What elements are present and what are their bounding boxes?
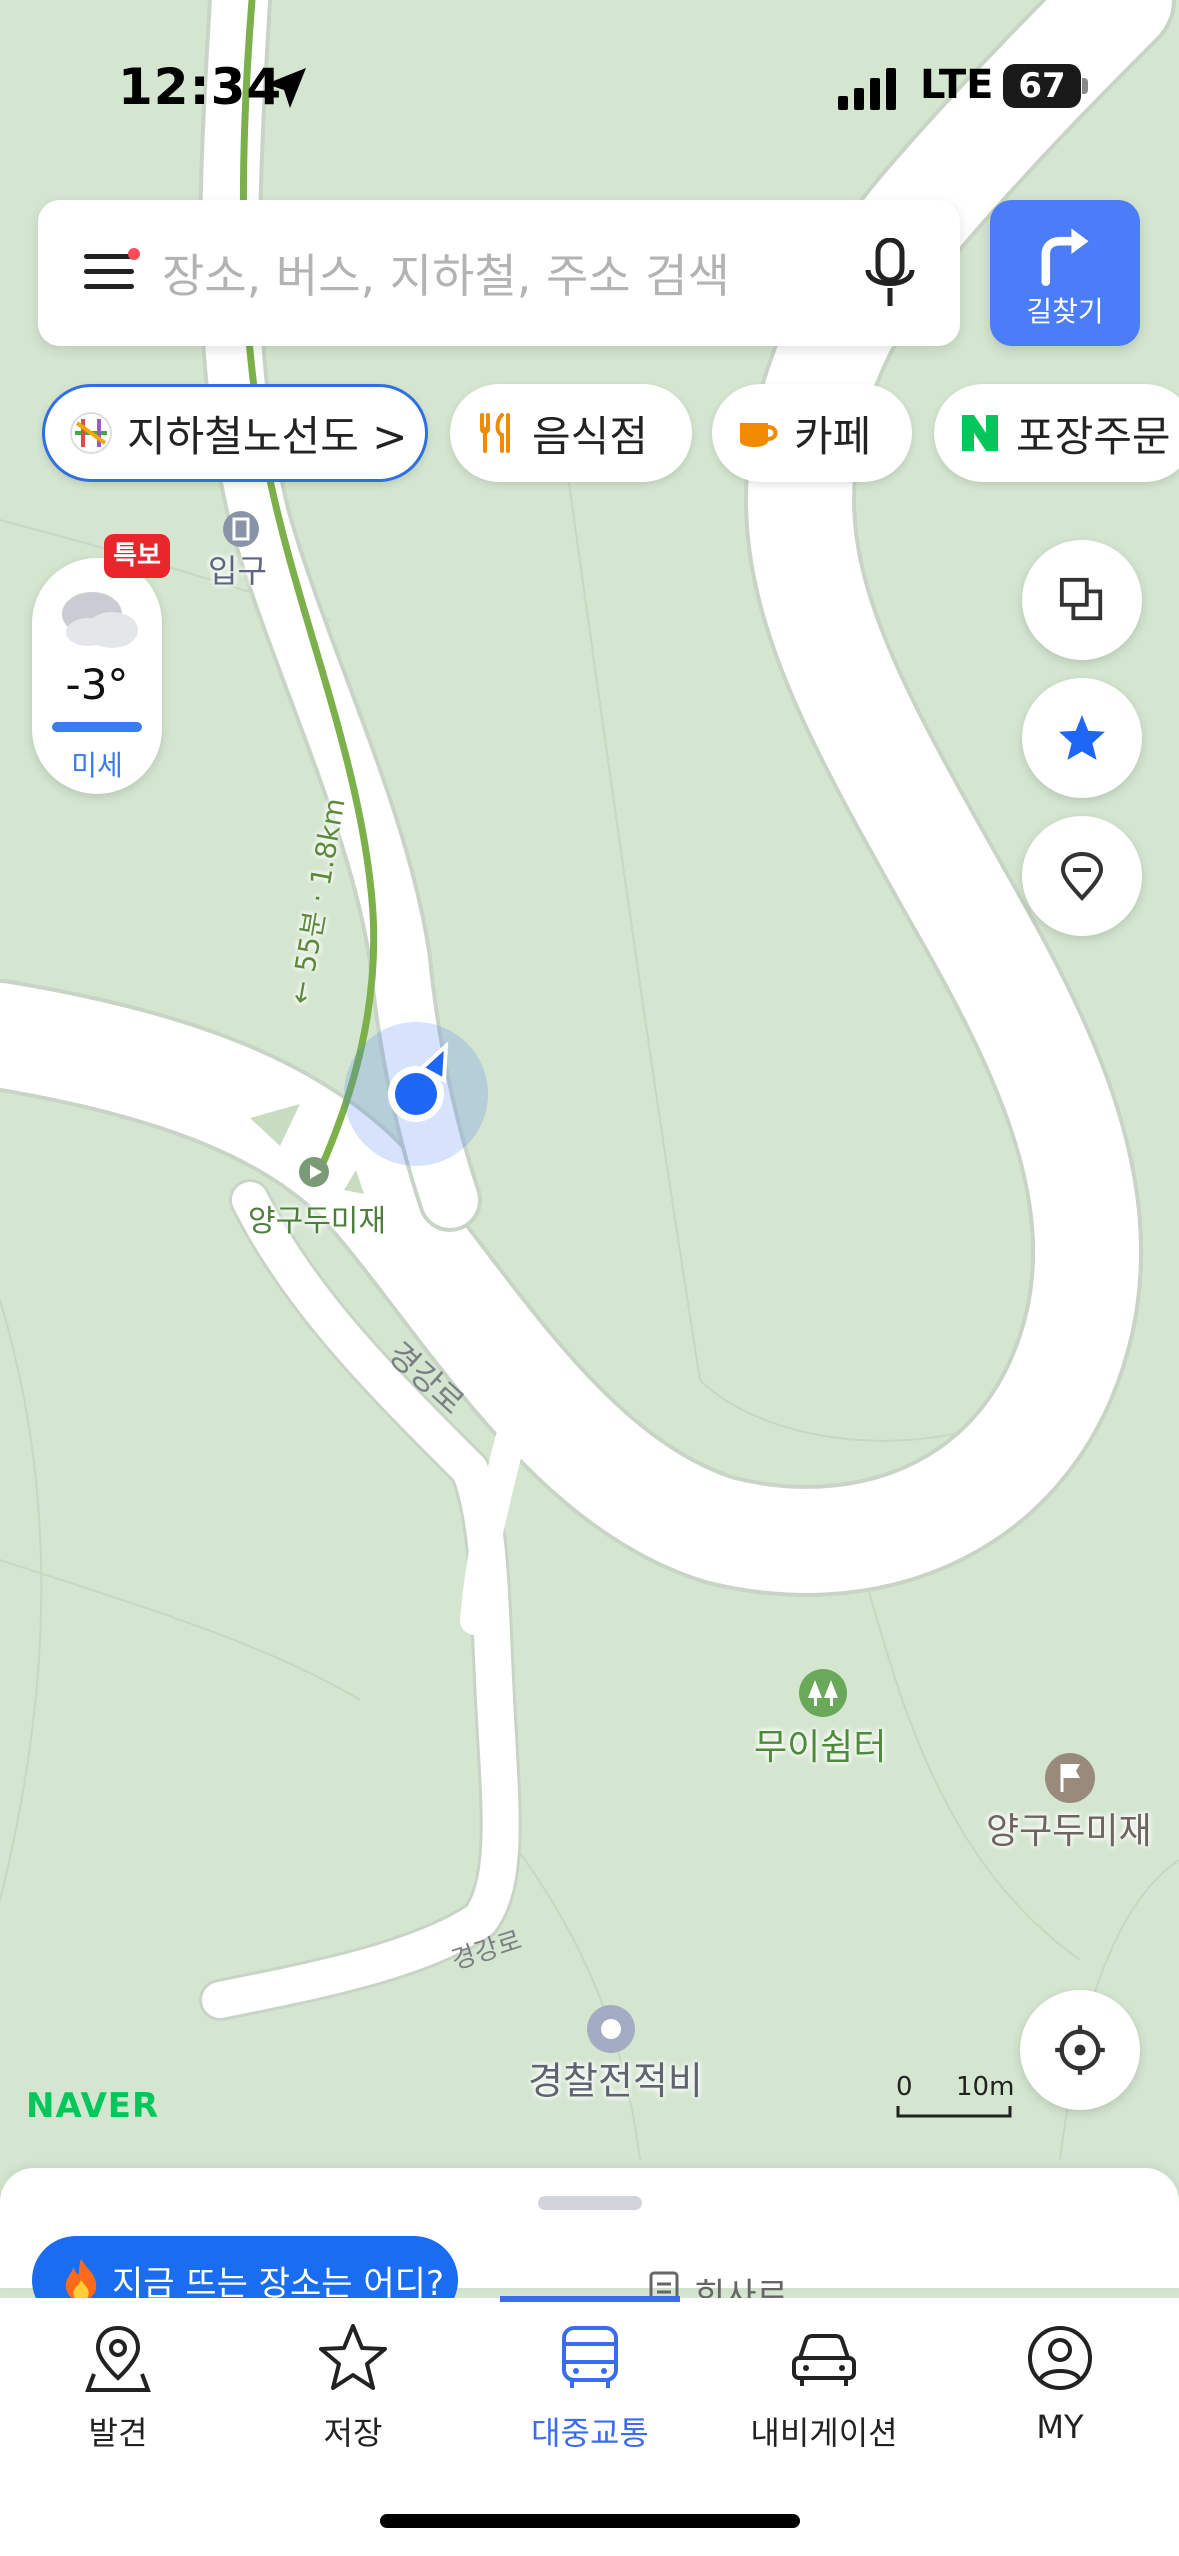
poi-yanggudumijae-trail[interactable]: 양구두미재 <box>248 1196 386 1240</box>
flag-icon <box>1045 1753 1095 1803</box>
location-pin-button[interactable] <box>1022 816 1142 936</box>
chip-cafe[interactable]: 카페 <box>712 384 912 482</box>
layers-icon <box>1059 577 1103 621</box>
restaurant-icon <box>480 413 510 453</box>
tab-transit[interactable]: 대중교통 <box>490 2320 690 2454</box>
chip-label: 지하철노선도 > <box>127 411 408 461</box>
active-tab-indicator <box>500 2296 680 2302</box>
turn-right-arrow-icon <box>1041 228 1089 286</box>
map-pin-icon <box>85 2325 151 2392</box>
car-icon <box>792 2334 856 2386</box>
tab-label: 저장 <box>323 2414 383 2452</box>
tab-discover[interactable]: 발견 <box>18 2320 218 2454</box>
battery-indicator: 67 <box>1003 64 1081 108</box>
directions-label: 길찾기 <box>1026 295 1104 328</box>
monument-icon <box>587 2005 635 2053</box>
poi-yanggudumijae-pass[interactable]: 양구두미재 <box>986 1802 1152 1854</box>
poi-shelter[interactable]: 무이쉼터 <box>754 1718 886 1770</box>
poi-police-monument[interactable]: 경찰전적비 <box>528 2050 703 2105</box>
status-time: 12:34 <box>118 58 283 116</box>
tab-label: 발견 <box>88 2414 148 2452</box>
chip-label: 카페 <box>794 411 872 461</box>
trailhead-icon <box>299 1157 329 1187</box>
scale-bar <box>896 2106 1012 2118</box>
favorites-button[interactable] <box>1022 678 1142 798</box>
location-arrow-icon <box>266 68 306 108</box>
microphone-icon[interactable] <box>862 238 918 310</box>
entrance-icon <box>223 511 259 547</box>
star-icon <box>319 2324 387 2390</box>
my-location-button[interactable] <box>1020 1990 1140 2110</box>
chip-subway-map[interactable]: 지하철노선도 > <box>42 384 428 482</box>
cafe-icon <box>740 423 778 447</box>
home-indicator[interactable] <box>380 2514 800 2528</box>
menu-icon[interactable] <box>84 248 140 294</box>
tab-my[interactable]: MY <box>960 2320 1160 2446</box>
chip-takeout[interactable]: 포장주문 <box>934 384 1179 482</box>
crosshair-icon <box>1055 2025 1105 2075</box>
battery-tip <box>1082 78 1088 94</box>
entrance-label[interactable]: 입구 <box>208 546 267 592</box>
star-icon <box>1059 715 1105 760</box>
tab-saved[interactable]: 저장 <box>253 2320 453 2454</box>
sheet-handle[interactable] <box>538 2196 642 2210</box>
tab-label: 대중교통 <box>531 2414 649 2452</box>
bus-icon <box>562 2326 618 2388</box>
dust-level-bar <box>52 722 142 732</box>
search-input[interactable]: 장소, 버스, 지하철, 주소 검색 <box>162 240 730 306</box>
signal-icon <box>838 68 896 110</box>
network-type: LTE <box>920 62 994 108</box>
scale-zero: 0 <box>896 2072 913 2102</box>
subway-map-icon <box>70 412 112 454</box>
tab-navigation[interactable]: 내비게이션 <box>724 2320 924 2454</box>
chip-label: 포장주문 <box>1016 411 1171 461</box>
shelter-icon <box>799 1669 847 1717</box>
naver-logo: NAVER <box>26 2086 160 2126</box>
fire-icon <box>65 2259 97 2301</box>
temperature: -3° <box>65 660 129 709</box>
map-pin-icon <box>1060 851 1104 901</box>
layers-button[interactable] <box>1022 540 1142 660</box>
weather-alert-badge: 특보 <box>104 534 170 578</box>
scale-distance: 10m <box>956 2072 1015 2102</box>
tab-label: 내비게이션 <box>750 2414 898 2452</box>
fine-dust-label: 미세 <box>71 749 123 782</box>
cloud-icon <box>62 592 138 648</box>
chip-restaurant[interactable]: 음식점 <box>450 384 692 482</box>
naver-n-icon <box>962 415 998 451</box>
chip-label: 음식점 <box>532 411 648 461</box>
tab-label: MY <box>1036 2408 1084 2446</box>
profile-icon <box>1028 2326 1092 2390</box>
